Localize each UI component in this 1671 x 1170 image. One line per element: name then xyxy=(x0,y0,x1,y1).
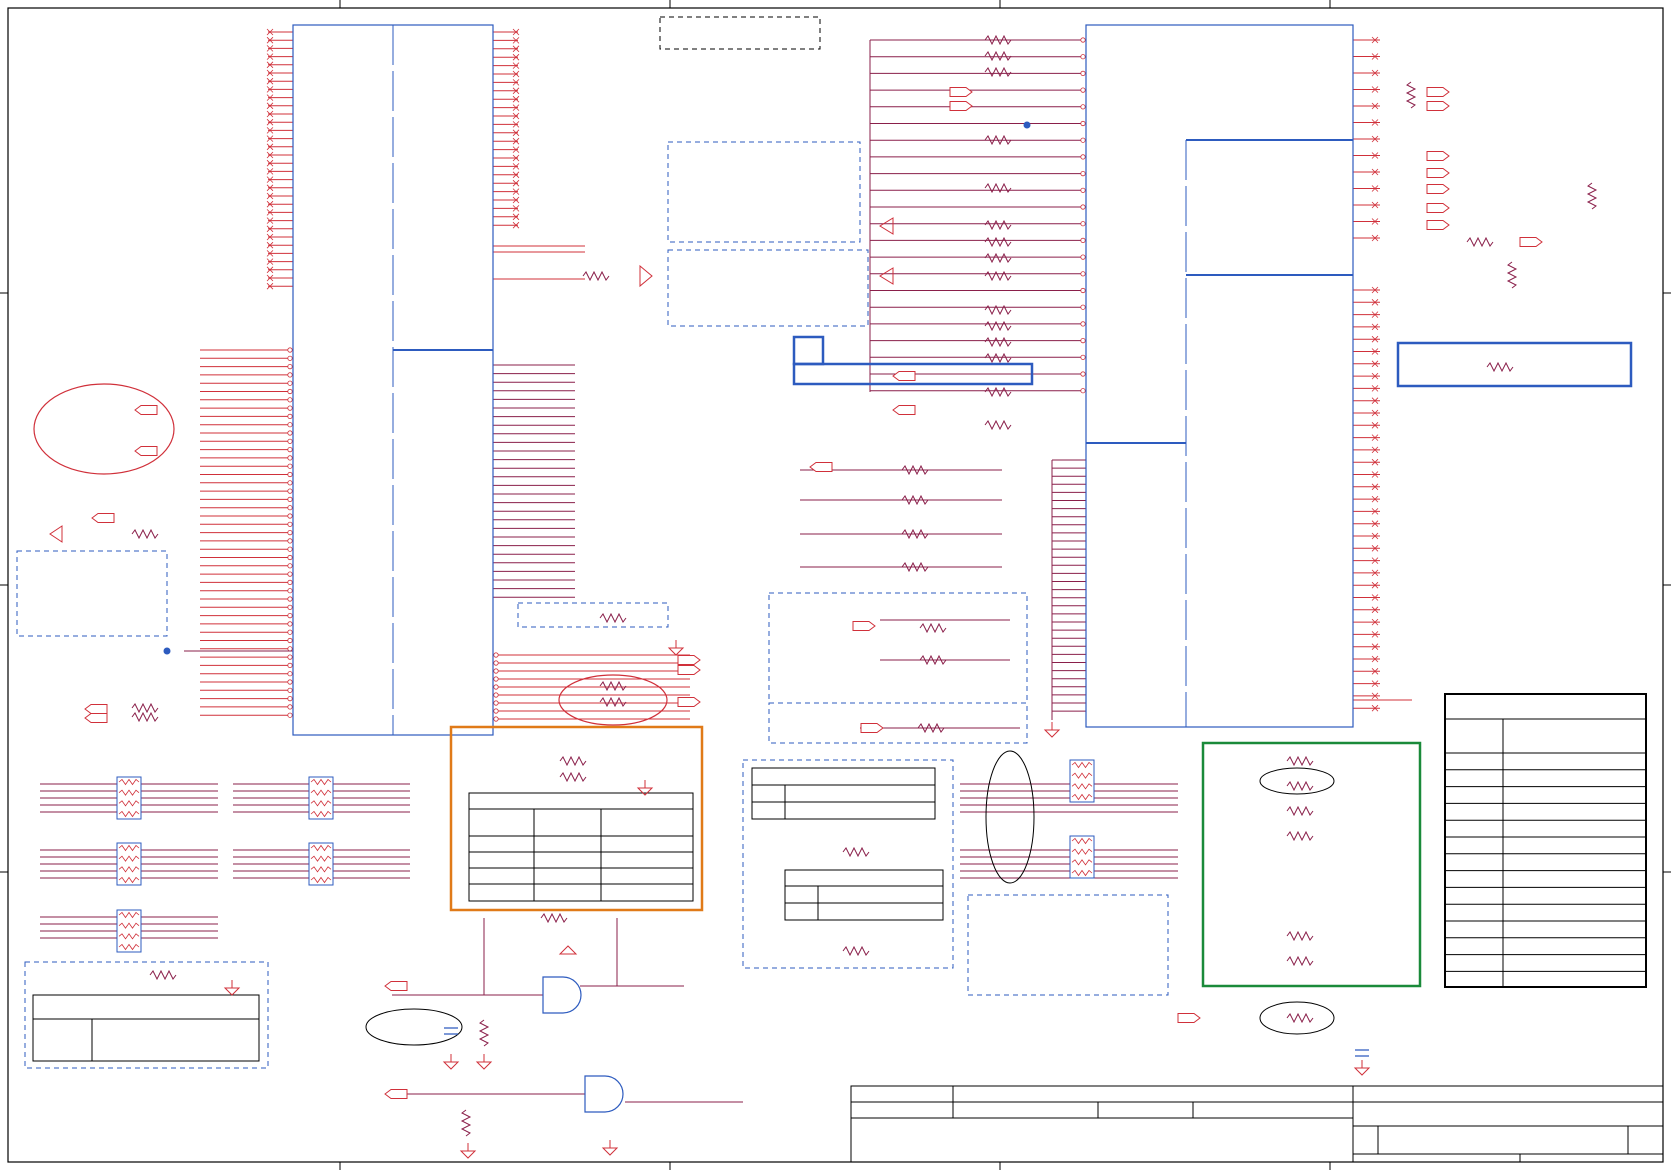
net-port-tag xyxy=(949,87,973,97)
net-port-tag xyxy=(1519,237,1543,247)
net-port-tag xyxy=(84,713,108,723)
port-arrow xyxy=(879,217,894,235)
resistor xyxy=(599,696,627,708)
resistor xyxy=(984,352,1012,364)
table-orange-box xyxy=(468,792,694,902)
net-port-tag xyxy=(1426,168,1450,178)
resistor xyxy=(1286,780,1314,792)
net-port-tag xyxy=(1426,203,1450,213)
resistor xyxy=(1286,955,1314,967)
ground-symbol xyxy=(1043,722,1061,738)
sheet-border xyxy=(7,7,1664,1163)
highlight-box-green xyxy=(1201,741,1422,988)
resistor xyxy=(559,771,587,783)
table-mid-lower xyxy=(784,869,944,921)
wire-bundles xyxy=(40,28,1412,1103)
ground-symbol xyxy=(223,980,241,996)
resistor xyxy=(984,66,1012,78)
resistor xyxy=(919,622,947,634)
resistor xyxy=(984,236,1012,248)
resistor xyxy=(1286,755,1314,767)
table-right xyxy=(1444,693,1647,988)
capacitor xyxy=(1355,1049,1369,1057)
net-port-tag xyxy=(677,697,701,707)
net-port-tag xyxy=(949,101,973,111)
ground-symbol xyxy=(475,1054,493,1070)
net-port-tag xyxy=(1426,151,1450,161)
schematic-sheet xyxy=(0,0,1671,1170)
ground-symbol xyxy=(601,1140,619,1156)
net-port-tag xyxy=(892,405,916,415)
net-port-tag xyxy=(1426,101,1450,111)
resistor xyxy=(984,386,1012,398)
resistor xyxy=(460,1109,472,1137)
resistor xyxy=(984,419,1012,431)
resistor xyxy=(1286,830,1314,842)
net-port-tag xyxy=(384,981,408,991)
resistor xyxy=(1506,261,1518,289)
port-arrow xyxy=(639,264,653,288)
net-port-tag xyxy=(677,655,701,665)
net-port-tag xyxy=(852,621,876,631)
resistor xyxy=(1286,1012,1314,1024)
table-bottom-left xyxy=(32,994,260,1062)
net-port-tag xyxy=(384,1089,408,1099)
resistor xyxy=(599,612,627,624)
and-gate xyxy=(542,976,582,1014)
net-port-tag xyxy=(1177,1013,1201,1023)
net-port-tag xyxy=(892,371,916,381)
resistor xyxy=(559,755,587,767)
table-mid-upper xyxy=(751,767,936,820)
net-port-tag xyxy=(860,723,884,733)
highlight-box-orange xyxy=(449,725,704,912)
power-arrow xyxy=(558,945,578,955)
junction-dot xyxy=(1023,121,1031,129)
net-port-tag xyxy=(1426,220,1450,230)
net-port-tag xyxy=(1426,87,1450,97)
ic-right xyxy=(1085,24,1354,728)
port-arrow xyxy=(49,525,63,543)
capacitor xyxy=(444,1027,458,1035)
resistor xyxy=(1286,805,1314,817)
junction-dot xyxy=(163,647,171,655)
resistor xyxy=(131,711,159,723)
resistor xyxy=(1586,182,1598,210)
resistor xyxy=(842,945,870,957)
title-block xyxy=(850,1085,1664,1163)
net-port-tag xyxy=(134,446,158,456)
resistor xyxy=(149,969,177,981)
resistor xyxy=(984,320,1012,332)
resistor xyxy=(984,336,1012,348)
resistor xyxy=(842,846,870,858)
ground-symbol xyxy=(442,1054,460,1070)
resistor xyxy=(1286,930,1314,942)
resistor xyxy=(540,912,568,924)
resistor xyxy=(984,270,1012,282)
net-port-tag xyxy=(134,405,158,415)
resistor xyxy=(131,528,159,540)
resistor xyxy=(984,50,1012,62)
net-port-tag xyxy=(1426,184,1450,194)
resistor xyxy=(1466,236,1494,248)
net-port-tag xyxy=(84,704,108,714)
resistor xyxy=(1405,81,1417,109)
resistor xyxy=(1486,361,1514,373)
net-port-tag xyxy=(677,665,701,675)
resistor xyxy=(984,219,1012,231)
ic-left xyxy=(292,24,494,736)
net-port-tag xyxy=(91,513,115,523)
resistor xyxy=(582,270,610,282)
resistor xyxy=(599,680,627,692)
highlight-box-blue-right xyxy=(1396,341,1633,388)
resistor xyxy=(131,702,159,714)
ground-symbol xyxy=(667,640,685,656)
resistor xyxy=(984,252,1012,264)
ground-symbol xyxy=(459,1143,477,1159)
ground-symbol xyxy=(1353,1060,1371,1076)
and-gate xyxy=(584,1075,624,1113)
port-arrow xyxy=(879,267,894,285)
resistor xyxy=(478,1019,490,1047)
